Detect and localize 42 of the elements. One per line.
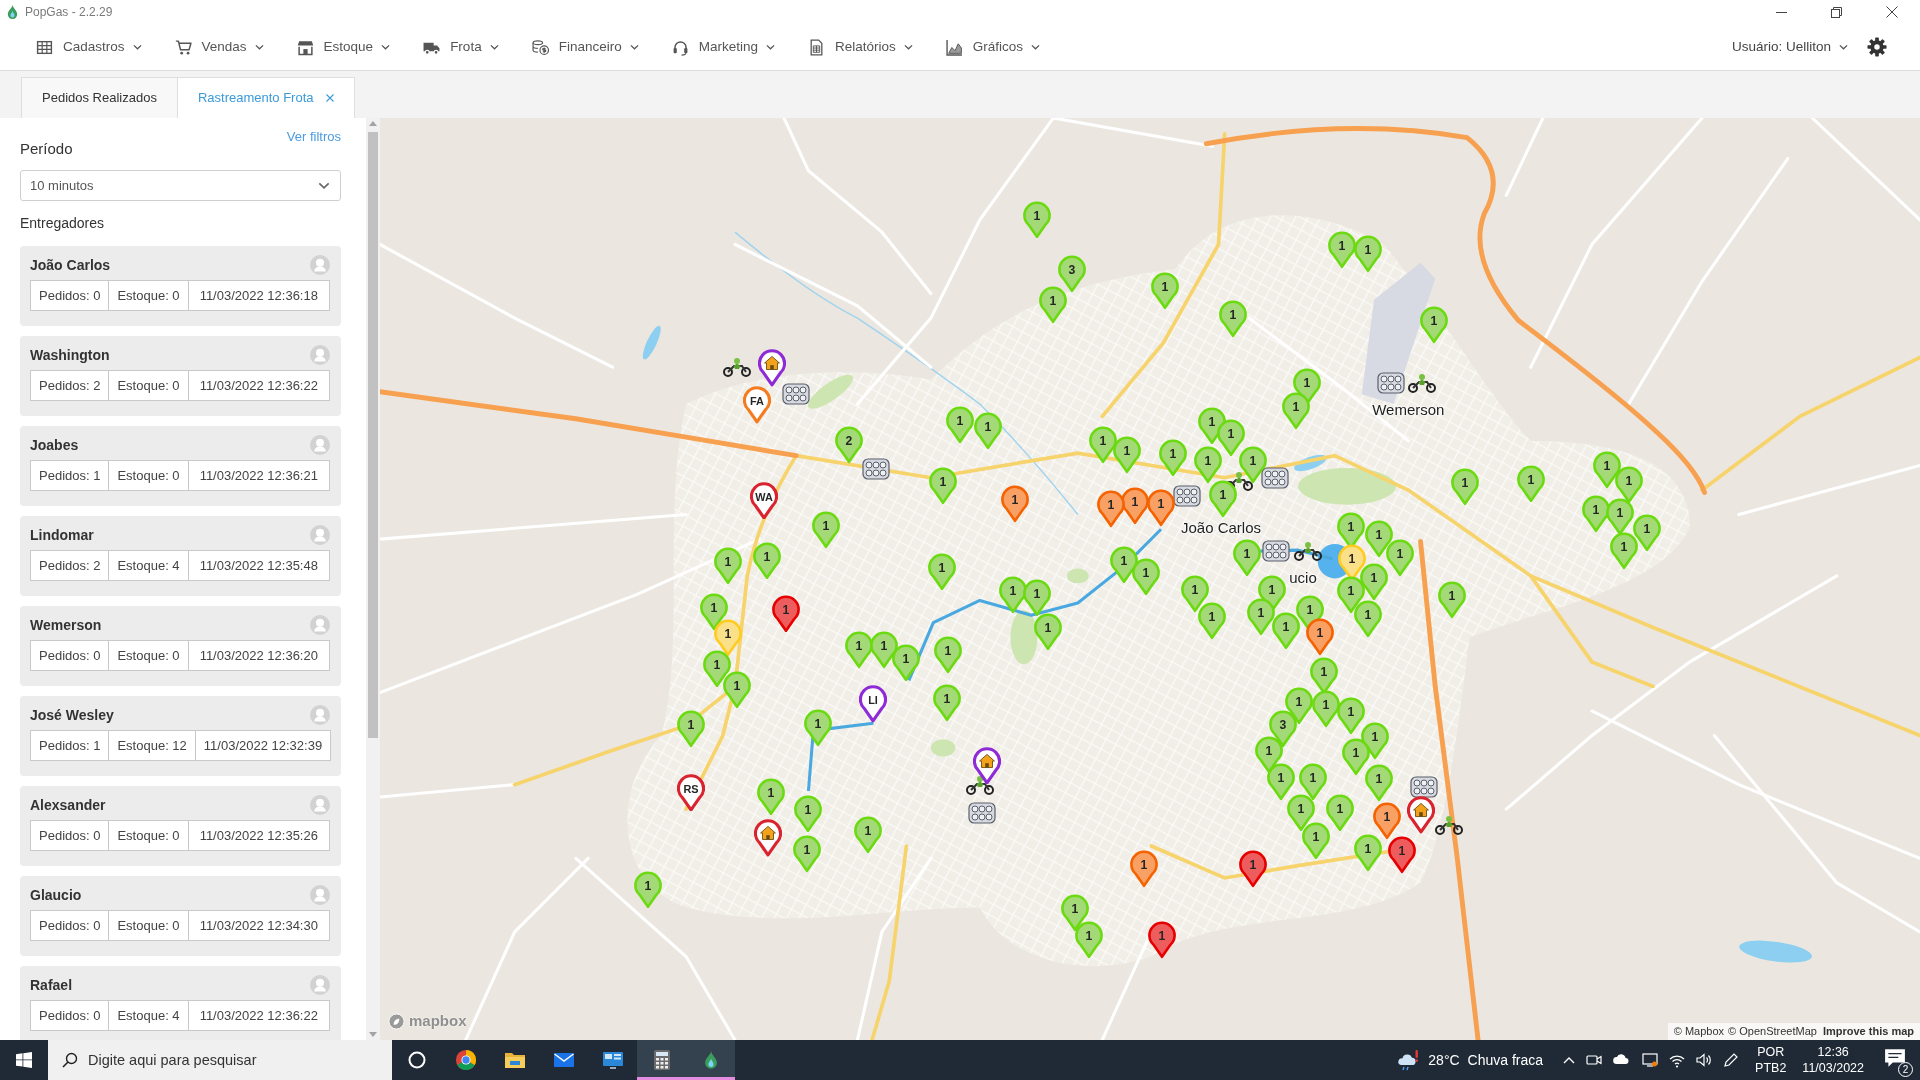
orders-count: Pedidos: 2 — [30, 370, 110, 401]
stock-count: Estoque: 0 — [109, 370, 189, 401]
courier-name: Lindomar — [30, 526, 94, 544]
couriers-label: Entregadores — [20, 215, 106, 232]
stock-count: Estoque: 12 — [109, 730, 196, 761]
stock-count: Estoque: 0 — [109, 460, 189, 491]
courier-name: João Carlos — [30, 256, 111, 274]
last-update: 11/03/2022 12:36:20 — [188, 640, 330, 671]
driver-label: ucio — [1289, 570, 1317, 587]
last-update: 11/03/2022 12:35:48 — [188, 550, 330, 581]
courier-name: Rafael — [30, 976, 73, 994]
orders-count: Pedidos: 1 — [30, 460, 110, 491]
orders-count: Pedidos: 0 — [30, 640, 110, 671]
courier-name: José Wesley — [30, 706, 114, 724]
courier-name: Washington — [30, 346, 110, 364]
stock-count: Estoque: 4 — [109, 550, 189, 581]
orders-count: Pedidos: 2 — [30, 550, 110, 581]
orders-count: Pedidos: 0 — [30, 820, 110, 851]
driver-label: João Carlos — [1181, 520, 1261, 537]
courier-name: Wemerson — [30, 616, 102, 634]
driver-label: Wemerson — [1372, 402, 1445, 419]
courier-name: Glaucio — [30, 886, 82, 904]
last-update: 11/03/2022 12:32:39 — [195, 730, 332, 761]
last-update: 11/03/2022 12:36:21 — [188, 460, 330, 491]
window-title: PopGas - 2.2.29 — [25, 4, 113, 21]
last-update: 11/03/2022 12:35:26 — [188, 820, 330, 851]
stock-count: Estoque: 0 — [109, 280, 189, 311]
stock-count: Estoque: 0 — [109, 910, 189, 941]
period-label: Período — [20, 140, 73, 158]
last-update: 11/03/2022 12:36:22 — [188, 1000, 330, 1031]
stock-count: Estoque: 4 — [109, 1000, 189, 1031]
orders-count: Pedidos: 0 — [30, 280, 110, 311]
stock-count: Estoque: 0 — [109, 640, 189, 671]
last-update: 11/03/2022 12:34:30 — [188, 910, 330, 941]
orders-count: Pedidos: 0 — [30, 1000, 110, 1031]
orders-count: Pedidos: 1 — [30, 730, 110, 761]
last-update: 11/03/2022 12:36:18 — [188, 280, 330, 311]
courier-name: Alexsander — [30, 796, 106, 814]
stock-count: Estoque: 0 — [109, 820, 189, 851]
orders-count: Pedidos: 0 — [30, 910, 110, 941]
courier-name: Joabes — [30, 436, 79, 454]
last-update: 11/03/2022 12:36:22 — [188, 370, 330, 401]
